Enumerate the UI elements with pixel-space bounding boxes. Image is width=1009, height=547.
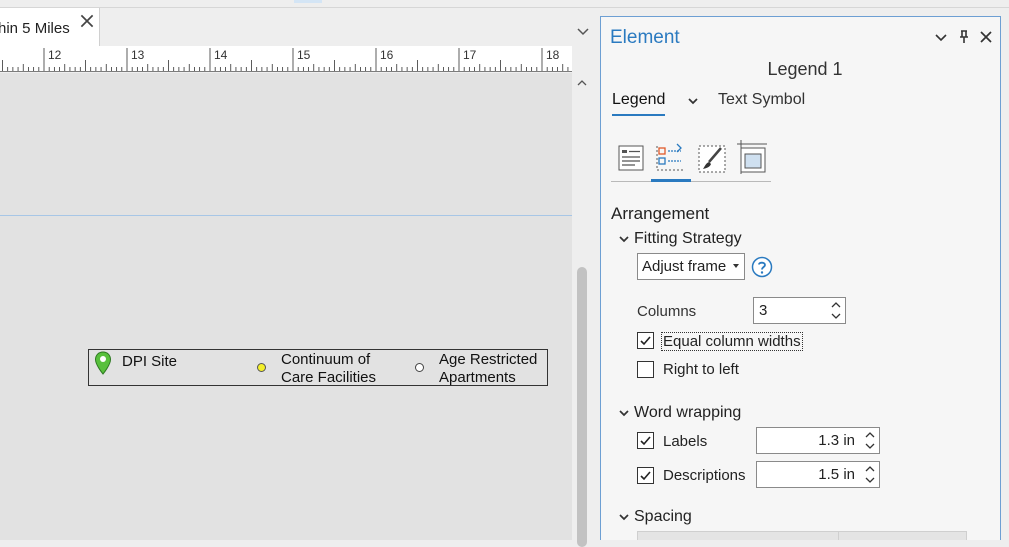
chevron-down-icon[interactable]	[618, 407, 630, 419]
ruler-tick-label: 15	[297, 48, 311, 62]
ruler-tick-label: 14	[214, 48, 228, 62]
equal-column-widths-checkbox[interactable]	[637, 332, 654, 349]
subtab-active-indicator	[651, 179, 691, 182]
pin-icon[interactable]	[956, 29, 972, 45]
table-column-divider	[838, 532, 839, 540]
legend-item-label: Age Restricted	[439, 351, 538, 368]
pane-title: Element	[610, 27, 680, 48]
top-strip	[0, 0, 1009, 8]
white-dot-symbol	[415, 363, 424, 372]
ruler-tick-label: 18	[546, 48, 560, 62]
columns-value: 3	[759, 302, 768, 319]
chevron-down-icon[interactable]	[933, 29, 949, 45]
select-value: Adjust frame	[642, 258, 727, 275]
document-tab[interactable]: hin 5 Miles	[0, 8, 100, 46]
checkmark-icon	[640, 436, 651, 446]
yellow-dot-symbol	[257, 363, 266, 372]
vertical-scrollbar[interactable]	[572, 73, 592, 547]
fitting-strategy-select[interactable]: Adjust frame	[637, 253, 745, 280]
labels-wrap-label[interactable]: Labels	[663, 433, 707, 450]
right-to-left-label[interactable]: Right to left	[663, 361, 739, 378]
layout-canvas[interactable]: DPI Site Continuum of Care Facilities Ag…	[0, 73, 572, 540]
legend-item-label: DPI Site	[122, 353, 178, 370]
legend-element[interactable]: DPI Site Continuum of Care Facilities Ag…	[88, 349, 548, 386]
paintbrush-icon[interactable]	[695, 138, 729, 178]
group-title[interactable]: Spacing	[634, 508, 692, 526]
element-name: Legend 1	[767, 59, 843, 79]
checkmark-icon	[640, 471, 651, 481]
green-pin-icon	[94, 351, 112, 375]
subtab-divider	[611, 181, 771, 182]
descriptions-wrap-label[interactable]: Descriptions	[663, 467, 746, 484]
chevron-up-icon[interactable]	[576, 77, 588, 89]
chevron-down-icon[interactable]	[829, 311, 843, 322]
close-icon[interactable]	[978, 29, 994, 45]
spacing-table[interactable]	[637, 531, 967, 540]
ruler-tick-label: 17	[463, 48, 477, 62]
chevron-down-icon[interactable]	[618, 511, 630, 523]
group-title[interactable]: Word wrapping	[634, 404, 741, 422]
chevron-down-icon[interactable]	[575, 23, 591, 39]
help-icon[interactable]	[751, 256, 773, 278]
ruler-ticks: 12 13 14 15 16 17 18	[2, 48, 569, 71]
chevron-down-icon[interactable]	[863, 475, 877, 486]
descriptions-width-value: 1.5 in	[818, 466, 855, 483]
tab-legend[interactable]: Legend	[612, 91, 666, 116]
legend-item-label: Continuum of	[281, 351, 371, 368]
chevron-down-icon[interactable]	[686, 94, 700, 108]
section-title: Arrangement	[611, 204, 710, 223]
ruler-tick-label: 12	[48, 48, 62, 62]
close-icon[interactable]	[78, 12, 96, 30]
document-tab-label: hin 5 Miles	[0, 20, 70, 37]
group-title[interactable]: Fitting Strategy	[634, 230, 742, 248]
chevron-up-icon[interactable]	[863, 463, 877, 474]
margin-guide-line	[0, 215, 572, 216]
labels-width-value: 1.3 in	[818, 432, 855, 449]
right-to-left-checkbox[interactable]	[637, 361, 654, 378]
chevron-down-icon[interactable]	[863, 441, 877, 452]
checkmark-icon	[640, 336, 651, 346]
ribbon-highlight	[294, 0, 322, 3]
chevron-up-icon[interactable]	[863, 429, 877, 440]
legend-options-icon[interactable]	[615, 138, 649, 178]
chevron-up-icon[interactable]	[829, 299, 843, 310]
tab-text-symbol[interactable]: Text Symbol	[718, 91, 805, 109]
horizontal-ruler: 12 13 14 15 16 17 18	[0, 46, 572, 72]
arrangement-icon[interactable]	[653, 138, 687, 178]
descriptions-width-stepper[interactable]: 1.5 in	[756, 461, 880, 488]
element-pane: Element Legend 1 Legend Text Symbol Arra…	[600, 16, 1001, 540]
labels-wrap-checkbox[interactable]	[637, 432, 654, 449]
legend-item-label: Care Facilities	[281, 369, 377, 386]
scrollbar-thumb[interactable]	[577, 267, 587, 547]
columns-stepper[interactable]: 3	[753, 297, 846, 324]
placement-icon[interactable]	[735, 138, 769, 178]
equal-column-widths-label[interactable]: Equal column widths	[661, 332, 803, 351]
columns-label: Columns	[637, 303, 697, 320]
descriptions-wrap-checkbox[interactable]	[637, 467, 654, 484]
ruler-tick-label: 16	[380, 48, 394, 62]
labels-width-stepper[interactable]: 1.3 in	[756, 427, 880, 454]
chevron-down-icon[interactable]	[618, 233, 630, 245]
legend-item-label: Apartments	[439, 369, 516, 386]
dropdown-arrow-icon	[733, 264, 739, 268]
ruler-tick-label: 13	[131, 48, 145, 62]
